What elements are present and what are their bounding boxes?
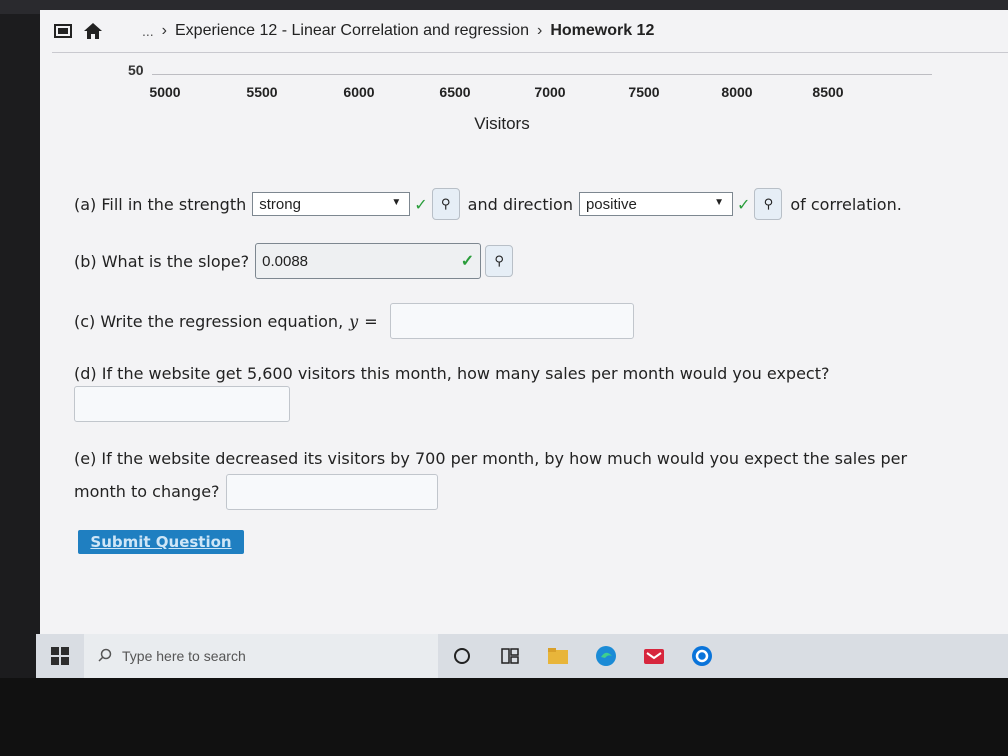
edge-browser-icon[interactable]: [582, 634, 630, 678]
hint-button[interactable]: ⚲: [431, 188, 460, 220]
window-icon[interactable]: [52, 20, 74, 42]
x-tick-label: 5000: [149, 84, 181, 100]
x-tick-label: 8000: [721, 84, 753, 100]
caret-down-icon: ▼: [714, 197, 724, 208]
slope-input[interactable]: 0.0088 ✓: [255, 243, 482, 279]
windows-taskbar: Type here to search: [36, 634, 1008, 678]
taskbar-search-box[interactable]: Type here to search: [84, 634, 438, 678]
hint-button[interactable]: ⚲: [485, 245, 514, 277]
x-tick-label: 6000: [343, 84, 375, 100]
x-tick-label: 6500: [439, 84, 471, 100]
question-b: (b) What is the slope? 0.0088 ✓ ⚲: [74, 243, 514, 279]
question-a-prefix: (a) Fill in the strength: [74, 194, 247, 214]
breadcrumb: ... › Experience 12 - Linear Correlation…: [52, 10, 1008, 53]
sales-change-input[interactable]: [225, 474, 438, 510]
windows-start-icon[interactable]: [36, 634, 84, 678]
question-e-line1: (e) If the website decreased its visitor…: [74, 449, 908, 468]
strength-select[interactable]: strong ▼: [252, 192, 411, 216]
dell-app-icon[interactable]: [678, 634, 726, 678]
home-icon[interactable]: [82, 20, 104, 42]
submit-question-button[interactable]: Submit Question: [78, 530, 244, 554]
slope-input-value: 0.0088: [262, 252, 309, 270]
question-e: (e) If the website decreased its visitor…: [74, 444, 907, 510]
question-c: (c) Write the regression equation, y =: [74, 303, 634, 339]
equals-sign: =: [364, 311, 378, 331]
check-icon: ✓: [736, 194, 751, 214]
regression-equation-input[interactable]: [389, 303, 634, 339]
expected-sales-input[interactable]: [74, 386, 290, 422]
search-icon: [98, 648, 112, 665]
strength-select-value: strong: [259, 195, 301, 213]
question-a-middle: and direction: [467, 194, 573, 214]
x-tick-label: 7500: [628, 84, 660, 100]
question-d-text: (d) If the website get 5,600 visitors th…: [74, 364, 830, 383]
question-c-prefix: (c) Write the regression equation,: [74, 311, 344, 331]
chevron-right-icon: ›: [161, 22, 167, 39]
breadcrumb-ellipsis[interactable]: ...: [142, 23, 154, 39]
file-explorer-icon[interactable]: [534, 634, 582, 678]
check-icon: ✓: [460, 253, 475, 270]
task-view-icon[interactable]: [486, 634, 534, 678]
caret-down-icon: ▼: [391, 197, 402, 208]
check-icon: ✓: [414, 194, 428, 214]
breadcrumb-item-experience[interactable]: Experience 12 - Linear Correlation and r…: [175, 22, 529, 40]
y-tick-label: 50: [128, 62, 144, 78]
question-b-prefix: (b) What is the slope?: [74, 251, 250, 271]
direction-select[interactable]: positive ▼: [578, 192, 733, 216]
direction-select-value: positive: [585, 195, 637, 213]
breadcrumb-item-homework: Homework 12: [550, 22, 655, 39]
mail-app-icon[interactable]: [630, 634, 678, 678]
scatter-chart-axis: 50 5000 5500 6000 6500 7000 7500 8000 85…: [40, 52, 1008, 142]
x-tick-label: 8500: [812, 84, 844, 100]
equation-variable: y: [349, 311, 359, 331]
browser-content: ... › Experience 12 - Linear Correlation…: [40, 10, 1008, 640]
question-a: (a) Fill in the strength strong ▼ ✓ ⚲ an…: [74, 188, 902, 220]
chevron-right-icon: ›: [536, 22, 543, 39]
question-e-line2: month to change?: [74, 482, 220, 501]
hint-button[interactable]: ⚲: [754, 188, 783, 220]
question-a-suffix: of correlation.: [790, 194, 902, 214]
search-placeholder: Type here to search: [122, 648, 246, 664]
monitor-bezel-bottom: [0, 678, 1008, 756]
x-axis-line: [152, 74, 932, 75]
x-tick-label: 5500: [246, 84, 278, 100]
question-d: (d) If the website get 5,600 visitors th…: [74, 364, 829, 383]
x-tick-label: 7000: [534, 84, 566, 100]
cortana-icon[interactable]: [438, 634, 486, 678]
x-axis-label: Visitors: [474, 114, 530, 133]
